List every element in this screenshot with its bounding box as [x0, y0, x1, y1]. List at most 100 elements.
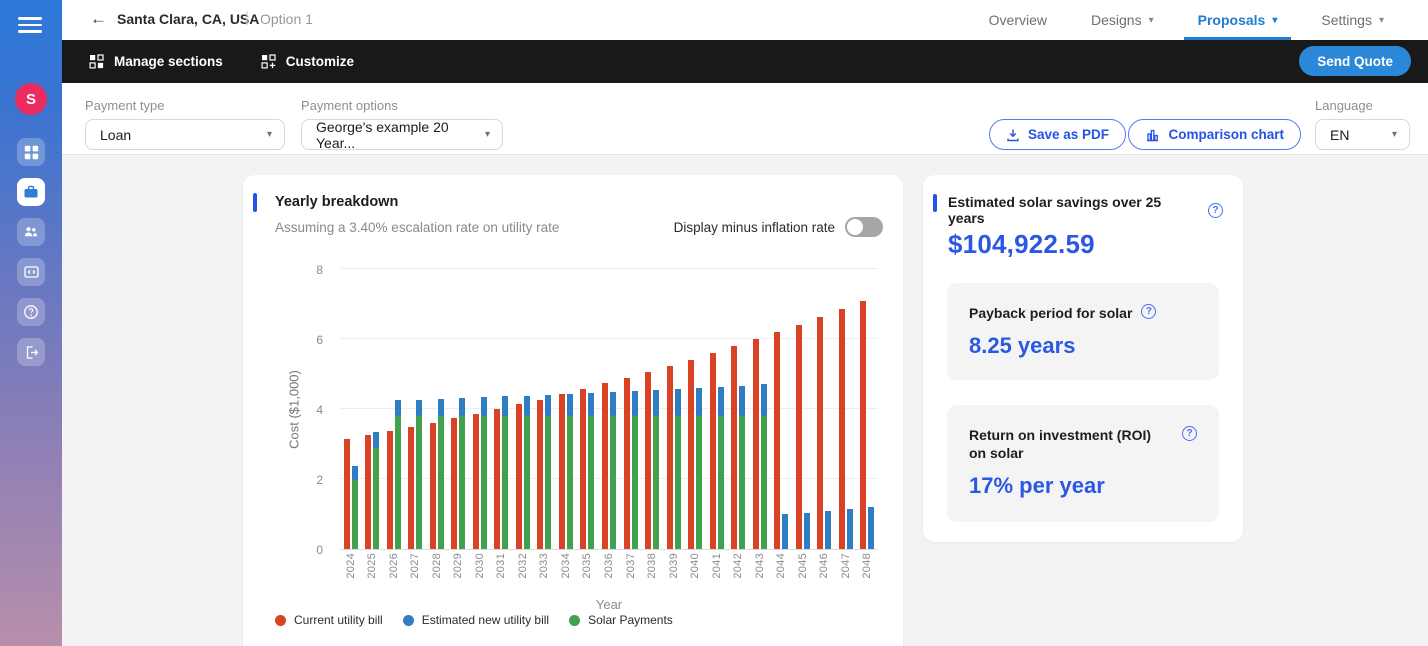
x-tick-label: 2032: [517, 553, 529, 593]
payment-options-value: George's example 20 Year...: [316, 119, 475, 151]
x-tick-label: 2038: [646, 553, 658, 593]
language-select[interactable]: EN ▾: [1315, 119, 1410, 150]
sidebar-item-team[interactable]: [17, 218, 45, 246]
legend-item-current-utility-bill: Current utility bill: [275, 613, 383, 627]
x-tick-label: 2030: [474, 553, 486, 593]
legend-item-solar-payments: Solar Payments: [569, 613, 673, 627]
chevron-down-icon: ▾: [1379, 15, 1384, 26]
sidebar-item-help[interactable]: [17, 298, 45, 326]
sidebar-item-designs[interactable]: [17, 258, 45, 286]
savings-value: $104,922.59: [948, 229, 1095, 260]
bar-chart-icon: [1145, 128, 1160, 142]
yearly-breakdown-card: Yearly breakdown Assuming a 3.40% escala…: [243, 175, 903, 646]
nav-proposals-label: Proposals: [1198, 12, 1266, 28]
nav-settings-label: Settings: [1321, 12, 1372, 28]
bar-solar-payments: [588, 416, 594, 549]
bar-solar-payments: [718, 416, 724, 549]
help-icon[interactable]: ?: [1182, 426, 1197, 441]
bar-estimated-new-utility-bill: [459, 398, 465, 416]
nav-proposals[interactable]: Proposals ▾: [1198, 0, 1278, 40]
bar-solar-payments: [459, 416, 465, 549]
bar-solar-payments: [545, 416, 551, 549]
sidebar-item-logout[interactable]: [17, 338, 45, 366]
bar-current-utility-bill: [667, 366, 673, 549]
nav-designs[interactable]: Designs ▾: [1091, 0, 1154, 40]
bar-estimated-new-utility-bill: [825, 511, 831, 549]
inflation-toggle-label: Display minus inflation rate: [674, 220, 835, 235]
x-tick-label: 2041: [711, 553, 723, 593]
chevron-down-icon: ▾: [1149, 15, 1154, 26]
card-subtitle: Assuming a 3.40% escalation rate on util…: [275, 220, 559, 235]
bar-estimated-new-utility-bill: [761, 384, 767, 416]
y-tick-label: 6: [316, 333, 323, 347]
chart-yticks: 02468: [293, 270, 323, 550]
customize-label: Customize: [286, 54, 354, 69]
grid-icon: [89, 54, 104, 69]
payback-title: Payback period for solar: [969, 304, 1132, 322]
bar-estimated-new-utility-bill: [782, 514, 788, 549]
roi-value: 17% per year: [969, 473, 1197, 499]
x-tick-label: 2042: [732, 553, 744, 593]
avatar[interactable]: S: [15, 83, 47, 115]
bar-estimated-new-utility-bill: [675, 389, 681, 416]
comparison-chart-button[interactable]: Comparison chart: [1128, 119, 1301, 150]
bar-solar-payments: [395, 416, 401, 549]
bar-solar-payments: [502, 416, 508, 549]
x-tick-label: 2036: [603, 553, 615, 593]
sidebar-item-projects[interactable]: [17, 178, 45, 206]
bar-current-utility-bill: [365, 435, 371, 549]
language-label: Language: [1315, 98, 1373, 113]
grid-plus-icon: [261, 54, 276, 69]
help-icon[interactable]: ?: [1141, 304, 1156, 319]
sidebar: S: [0, 0, 62, 646]
divider: |: [245, 9, 249, 26]
payment-type-select[interactable]: Loan ▾: [85, 119, 285, 150]
bar-current-utility-bill: [559, 394, 565, 549]
legend-label: Solar Payments: [588, 613, 673, 627]
bar-solar-payments: [352, 480, 358, 549]
bar-estimated-new-utility-bill: [438, 399, 444, 416]
x-tick-label: 2040: [689, 553, 701, 593]
chart-plot: [340, 270, 878, 550]
bar-estimated-new-utility-bill: [416, 400, 422, 416]
chevron-down-icon: ▾: [1272, 15, 1277, 26]
customize-button[interactable]: Customize: [261, 54, 354, 69]
bar-current-utility-bill: [753, 339, 759, 549]
bar-solar-payments: [761, 416, 767, 549]
x-tick-label: 2026: [388, 553, 400, 593]
bar-current-utility-bill: [796, 325, 802, 549]
project-location: Santa Clara, CA, USA: [117, 11, 259, 27]
payment-options-select[interactable]: George's example 20 Year... ▾: [301, 119, 503, 150]
accent-bar: [253, 193, 257, 212]
y-tick-label: 4: [316, 403, 323, 417]
bar-current-utility-bill: [817, 317, 823, 549]
payment-options-label: Payment options: [301, 98, 398, 113]
nav-settings[interactable]: Settings ▾: [1321, 0, 1384, 40]
payback-value: 8.25 years: [969, 333, 1197, 359]
manage-sections-button[interactable]: Manage sections: [89, 54, 223, 69]
bar-estimated-new-utility-bill: [545, 395, 551, 416]
menu-icon[interactable]: [18, 13, 44, 39]
proposal-page: S: [0, 0, 1428, 646]
back-arrow-icon[interactable]: ←: [90, 9, 107, 29]
inflation-toggle[interactable]: [845, 217, 883, 237]
chart-x-axis-title: Year: [340, 597, 878, 612]
filter-bar: Payment type Loan ▾ Payment options Geor…: [62, 83, 1428, 155]
bar-estimated-new-utility-bill: [653, 390, 659, 416]
save-as-pdf-label: Save as PDF: [1028, 127, 1109, 142]
bar-current-utility-bill: [624, 378, 630, 549]
send-quote-button[interactable]: Send Quote: [1299, 46, 1411, 76]
save-as-pdf-button[interactable]: Save as PDF: [989, 119, 1126, 150]
project-option: Option 1: [260, 11, 313, 27]
sidebar-item-dashboard[interactable]: [17, 138, 45, 166]
bar-estimated-new-utility-bill: [395, 400, 401, 416]
bar-current-utility-bill: [451, 418, 457, 549]
nav-overview[interactable]: Overview: [989, 0, 1047, 40]
solar-savings-card: Estimated solar savings over 25 years ? …: [923, 175, 1243, 542]
help-icon[interactable]: ?: [1208, 203, 1223, 218]
gridline: [340, 268, 878, 269]
bar-current-utility-bill: [387, 431, 393, 549]
payback-period-box: Payback period for solar ? 8.25 years: [947, 283, 1219, 380]
bar-current-utility-bill: [688, 360, 694, 549]
x-tick-label: 2028: [431, 553, 443, 593]
